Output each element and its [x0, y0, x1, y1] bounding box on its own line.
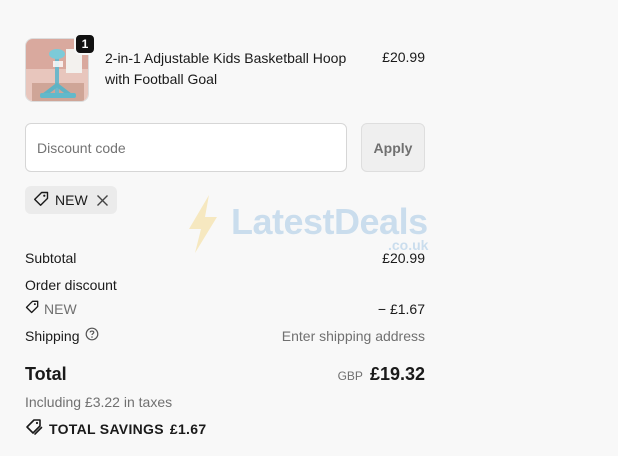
- total-savings: TOTAL SAVINGS £1.67: [25, 418, 206, 439]
- applied-code: NEW: [55, 192, 88, 208]
- total-row: Total GBP £19.32: [25, 364, 425, 385]
- tag-icon: [33, 191, 49, 210]
- quantity-badge: 1: [74, 33, 96, 55]
- double-tag-icon: [25, 418, 43, 439]
- shipping-value: Enter shipping address: [281, 327, 425, 344]
- applied-discount-chip: NEW: [25, 186, 117, 214]
- subtotal-label: Subtotal: [25, 250, 77, 266]
- discount-value: − £1.67: [377, 300, 425, 317]
- total-amount: GBP £19.32: [338, 364, 425, 385]
- question-circle-icon[interactable]: [85, 327, 99, 344]
- discount-code-row: NEW − £1.67: [25, 300, 425, 317]
- order-summary: 1 2-in-1 Adjustable Kids Basketball Hoop…: [0, 0, 618, 456]
- savings-value: £1.67: [169, 420, 207, 437]
- total-value: £19.32: [369, 364, 425, 384]
- taxes-note: Including £3.22 in taxes: [25, 394, 173, 410]
- shipping-label: Shipping: [25, 327, 80, 344]
- shipping-label-group: Shipping: [25, 327, 99, 344]
- line-item: 1 2-in-1 Adjustable Kids Basketball Hoop…: [25, 33, 425, 102]
- shipping-row: Shipping Enter shipping address: [25, 327, 425, 344]
- order-discount-row: Order discount: [25, 277, 425, 293]
- product-name[interactable]: 2-in-1 Adjustable Kids Basketball Hoop w…: [105, 48, 365, 90]
- currency-code: GBP: [337, 369, 363, 383]
- lightning-bolt-icon: [189, 195, 217, 253]
- apply-button[interactable]: Apply: [361, 123, 425, 172]
- product-price: £20.99: [382, 49, 425, 65]
- savings-label: TOTAL SAVINGS: [49, 420, 164, 437]
- close-icon[interactable]: [96, 194, 109, 207]
- order-discount-label: Order discount: [25, 277, 117, 293]
- total-label: Total: [25, 364, 67, 384]
- watermark: LatestDeals .co.uk: [183, 193, 433, 258]
- subtotal-row: Subtotal £20.99: [25, 250, 425, 266]
- discount-code-text: NEW: [44, 300, 77, 317]
- tag-icon: [25, 300, 39, 317]
- discount-code-label: NEW: [25, 300, 77, 317]
- subtotal-value: £20.99: [382, 250, 425, 266]
- discount-code-input[interactable]: [25, 123, 347, 172]
